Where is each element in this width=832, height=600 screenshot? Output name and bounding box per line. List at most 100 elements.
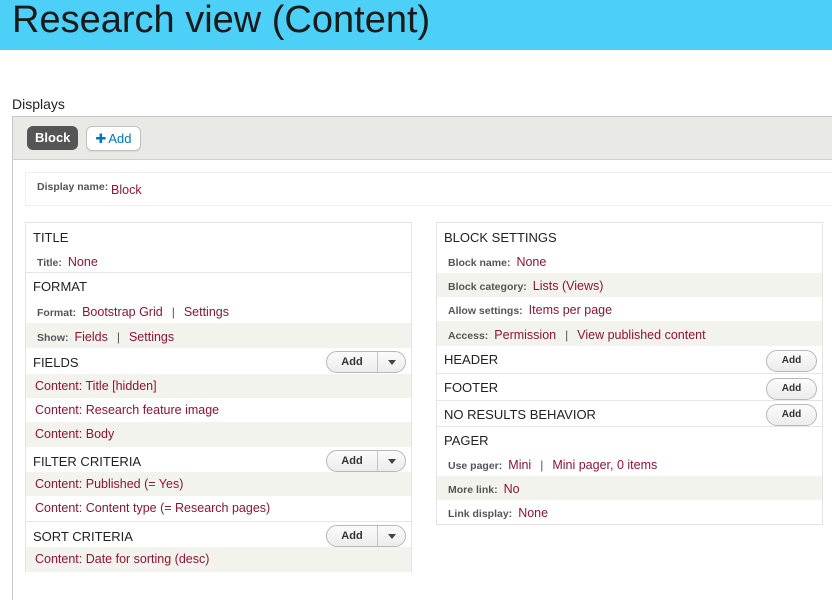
show-settings-link[interactable]: Settings <box>129 330 174 344</box>
link-display-link[interactable]: None <box>518 506 548 520</box>
pager-section: PAGER <box>437 426 822 452</box>
allow-settings-link[interactable]: Items per page <box>529 303 612 317</box>
filter-add-dropbutton: Add <box>326 450 406 472</box>
sort-add-button[interactable]: Add <box>327 526 378 546</box>
sort-add-dropbutton: Add <box>326 525 406 547</box>
link-display-label: Link display: <box>448 508 513 520</box>
list-item: Content: Date for sorting (desc) <box>26 547 411 572</box>
pager-heading: PAGER <box>444 433 489 448</box>
access-line: Access: Permission | View published content <box>448 326 706 344</box>
allow-settings-line: Allow settings: Items per page <box>448 301 612 319</box>
show-row: Show: Fields | Settings <box>26 323 411 348</box>
format-heading: FORMAT <box>33 279 87 294</box>
no-results-section: NO RESULTS BEHAVIOR Add <box>437 400 822 426</box>
link-display-line: Link display: None <box>448 504 548 522</box>
chevron-down-icon[interactable] <box>388 459 396 464</box>
filter-item-link[interactable]: Content: Content type (= Research pages) <box>35 501 270 515</box>
access-detail-link[interactable]: View published content <box>577 328 705 342</box>
block-category-row: Block category: Lists (Views) <box>437 273 822 297</box>
field-item-link[interactable]: Content: Research feature image <box>35 403 219 417</box>
format-value-link[interactable]: Bootstrap Grid <box>82 305 163 319</box>
add-display-label: Add <box>108 131 132 146</box>
format-row: Format: Bootstrap Grid | Settings <box>26 298 411 323</box>
separator: | <box>565 328 569 342</box>
separator: | <box>116 330 120 344</box>
list-item: Content: Body <box>26 422 411 447</box>
title-value-link[interactable]: None <box>68 255 98 269</box>
use-pager-line: Use pager: Mini | Mini pager, 0 items <box>448 456 657 474</box>
format-line: Format: Bootstrap Grid | Settings <box>37 303 229 321</box>
separator: | <box>171 305 175 319</box>
filter-add-button[interactable]: Add <box>327 451 378 471</box>
use-pager-row: Use pager: Mini | Mini pager, 0 items <box>437 452 822 476</box>
more-link-row: More link: No <box>437 476 822 500</box>
allow-settings-row: Allow settings: Items per page <box>437 297 822 321</box>
more-link-line: More link: No <box>448 480 520 498</box>
list-item: Content: Title [hidden] <box>26 374 411 398</box>
sort-section: SORT CRITERIA Add <box>26 521 411 547</box>
header-section: HEADER Add <box>437 346 822 373</box>
format-section: FORMAT <box>26 272 411 298</box>
footer-heading: FOOTER <box>444 380 499 395</box>
more-link-value-link[interactable]: No <box>504 482 520 496</box>
block-name-line: Block name: None <box>448 253 546 271</box>
display-name-box: Display name: Block <box>25 172 832 206</box>
link-display-row: Link display: None <box>437 500 822 525</box>
field-item-link[interactable]: Content: Body <box>35 427 114 441</box>
show-line: Show: Fields | Settings <box>37 328 174 346</box>
title-heading: TITLE <box>33 230 69 245</box>
page-header: Research view (Content) <box>0 0 832 50</box>
chevron-down-icon[interactable] <box>388 534 396 539</box>
plus-icon: ✚ <box>95 131 107 146</box>
show-label: Show: <box>37 332 69 344</box>
block-name-row: Block name: None <box>437 249 822 273</box>
field-item-link[interactable]: Content: Title [hidden] <box>35 379 157 393</box>
display-name-label: Display name: <box>37 181 109 193</box>
header-heading: HEADER <box>444 352 499 367</box>
no-results-heading: NO RESULTS BEHAVIOR <box>444 407 596 422</box>
chevron-down-icon[interactable] <box>388 360 396 365</box>
format-settings-link[interactable]: Settings <box>184 305 229 319</box>
fields-heading: FIELDS <box>33 355 79 370</box>
format-label: Format: <box>37 307 77 319</box>
no-results-add-button[interactable]: Add <box>766 404 817 426</box>
display-name-link[interactable]: Block <box>111 183 142 197</box>
add-display-button[interactable]: ✚ Add <box>86 126 141 151</box>
block-category-line: Block category: Lists (Views) <box>448 277 603 295</box>
block-name-link[interactable]: None <box>516 255 546 269</box>
sort-item-link[interactable]: Content: Date for sorting (desc) <box>35 552 209 566</box>
left-column: TITLE Title: None FORMAT Format: Bootstrap… <box>25 222 412 572</box>
footer-section: FOOTER Add <box>437 373 822 400</box>
block-settings-section: BLOCK SETTINGS <box>437 223 822 249</box>
title-line: Title: None <box>37 253 98 271</box>
title-section: TITLE Title: None <box>26 223 411 272</box>
access-label: Access: <box>448 330 489 342</box>
block-category-link[interactable]: Lists (Views) <box>533 279 604 293</box>
access-value-link[interactable]: Permission <box>494 328 556 342</box>
block-name-label: Block name: <box>448 257 511 269</box>
show-value-link[interactable]: Fields <box>75 330 108 344</box>
list-item: Content: Published (= Yes) <box>26 472 411 496</box>
block-settings-heading: BLOCK SETTINGS <box>444 230 557 245</box>
filter-section: FILTER CRITERIA Add <box>26 447 411 472</box>
use-pager-link[interactable]: Mini <box>508 458 531 472</box>
title-label: Title: <box>37 257 62 269</box>
list-item: Content: Research feature image <box>26 398 411 422</box>
more-link-label: More link: <box>448 484 498 496</box>
right-column: BLOCK SETTINGS Block name: None Block cat… <box>436 222 823 525</box>
filter-heading: FILTER CRITERIA <box>33 454 142 469</box>
fields-add-button[interactable]: Add <box>327 352 378 372</box>
use-pager-detail-link[interactable]: Mini pager, 0 items <box>552 458 657 472</box>
block-category-label: Block category: <box>448 281 527 293</box>
fields-add-dropbutton: Add <box>326 351 406 373</box>
use-pager-label: Use pager: <box>448 460 503 472</box>
list-item: Content: Content type (= Research pages) <box>26 496 411 521</box>
filter-item-link[interactable]: Content: Published (= Yes) <box>35 477 183 491</box>
sort-heading: SORT CRITERIA <box>33 529 133 544</box>
tab-block[interactable]: Block <box>27 126 79 150</box>
footer-add-button[interactable]: Add <box>766 378 817 400</box>
displays-label: Displays <box>12 96 65 112</box>
header-add-button[interactable]: Add <box>766 350 817 372</box>
separator: | <box>540 458 544 472</box>
fields-section: FIELDS Add <box>26 348 411 374</box>
